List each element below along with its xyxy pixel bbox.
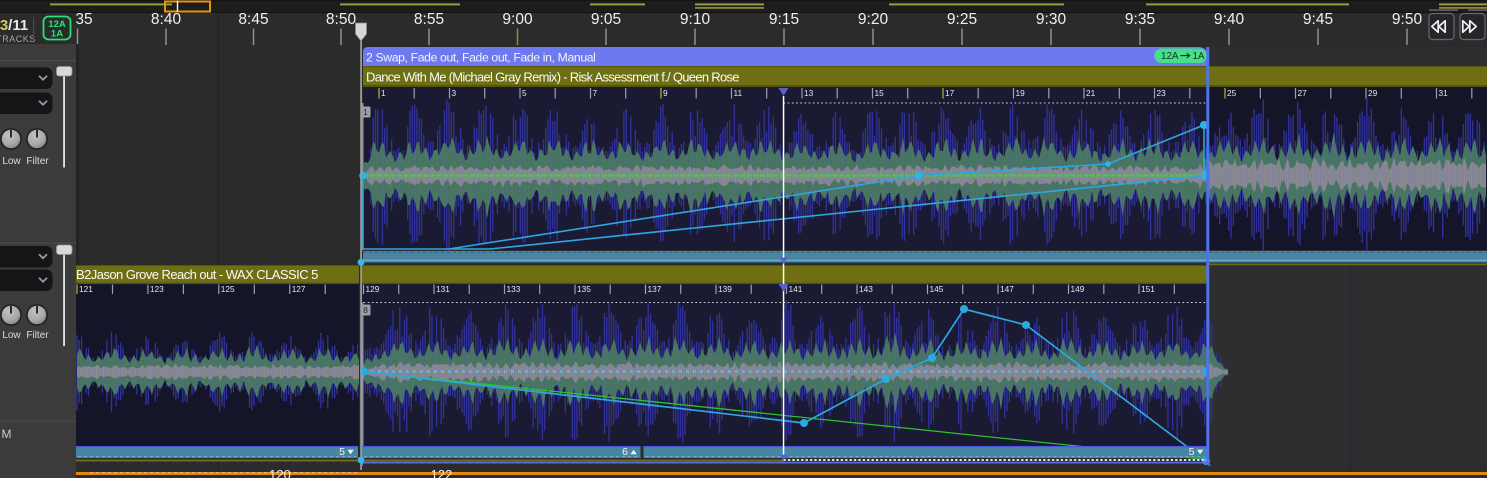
svg-text:1: 1: [363, 107, 368, 117]
svg-text:151: 151: [1141, 284, 1155, 294]
svg-text:3: 3: [452, 88, 457, 98]
svg-text:9:35: 9:35: [1125, 11, 1155, 28]
svg-text:8: 8: [363, 305, 368, 315]
svg-text:9:50: 9:50: [1392, 11, 1423, 28]
svg-text:133: 133: [507, 284, 521, 294]
svg-text:135: 135: [577, 284, 591, 294]
svg-text:6: 6: [622, 446, 628, 458]
svg-text:19: 19: [1016, 88, 1026, 98]
svg-text:9:45: 9:45: [1303, 11, 1333, 28]
svg-text:1A: 1A: [1193, 51, 1205, 62]
svg-text:125: 125: [221, 284, 235, 294]
svg-text:8:55: 8:55: [414, 11, 444, 28]
svg-text:139: 139: [718, 284, 732, 294]
svg-text:9:25: 9:25: [947, 11, 977, 28]
svg-text:5: 5: [522, 88, 527, 98]
svg-text:1: 1: [381, 88, 386, 98]
svg-text:143: 143: [859, 284, 873, 294]
svg-text:27: 27: [1298, 88, 1308, 98]
svg-text:9:40: 9:40: [1214, 11, 1245, 28]
svg-text:120: 120: [269, 467, 291, 478]
svg-text:8:50: 8:50: [326, 11, 357, 28]
svg-text:21: 21: [1086, 88, 1096, 98]
svg-text:145: 145: [930, 284, 944, 294]
svg-text:7: 7: [593, 88, 598, 98]
svg-text:Low: Low: [2, 156, 21, 167]
svg-text:5: 5: [339, 446, 345, 458]
svg-text:123: 123: [150, 284, 164, 294]
svg-text:141: 141: [789, 284, 803, 294]
svg-text:Filter: Filter: [26, 156, 49, 167]
svg-text:9:10: 9:10: [680, 11, 711, 28]
svg-text:12A: 12A: [1161, 51, 1179, 62]
svg-text:Low: Low: [2, 330, 21, 341]
svg-text:1A: 1A: [51, 29, 63, 40]
svg-text:129: 129: [366, 284, 380, 294]
svg-text:15: 15: [875, 88, 885, 98]
svg-text:TRACKS: TRACKS: [0, 34, 36, 44]
svg-text:23: 23: [1157, 88, 1167, 98]
svg-text:131: 131: [436, 284, 450, 294]
svg-text:9:05: 9:05: [591, 11, 621, 28]
svg-text:127: 127: [292, 284, 306, 294]
svg-text:9:30: 9:30: [1036, 11, 1067, 28]
svg-text:13: 13: [804, 88, 814, 98]
svg-text:121: 121: [79, 284, 93, 294]
svg-text:M: M: [2, 427, 12, 441]
svg-text:9:20: 9:20: [858, 11, 889, 28]
svg-text:17: 17: [945, 88, 955, 98]
svg-text:122: 122: [431, 467, 453, 478]
svg-text:149: 149: [1071, 284, 1085, 294]
svg-text:11: 11: [734, 88, 743, 98]
svg-text:137: 137: [648, 284, 662, 294]
svg-text:9:00: 9:00: [502, 11, 533, 28]
svg-text:5: 5: [1189, 446, 1195, 458]
svg-text:8:40: 8:40: [151, 11, 182, 28]
svg-text:3/11: 3/11: [0, 17, 28, 34]
svg-text:25: 25: [1227, 88, 1237, 98]
svg-text:8:45: 8:45: [238, 11, 268, 28]
svg-text:9:15: 9:15: [769, 11, 799, 28]
svg-text:Filter: Filter: [26, 330, 49, 341]
svg-text:B2Jason Grove Reach out - WAX: B2Jason Grove Reach out - WAX CLASSIC 5: [76, 267, 318, 282]
svg-text:9: 9: [663, 88, 668, 98]
svg-text:2 Swap, Fade out, Fade out, Fa: 2 Swap, Fade out, Fade out, Fade in, Man…: [366, 51, 596, 65]
svg-text:147: 147: [1000, 284, 1014, 294]
svg-text:31: 31: [1439, 88, 1449, 98]
svg-text:Dance With Me (Michael Gray Re: Dance With Me (Michael Gray Remix) - Ris…: [366, 70, 739, 85]
svg-text:29: 29: [1368, 88, 1378, 98]
